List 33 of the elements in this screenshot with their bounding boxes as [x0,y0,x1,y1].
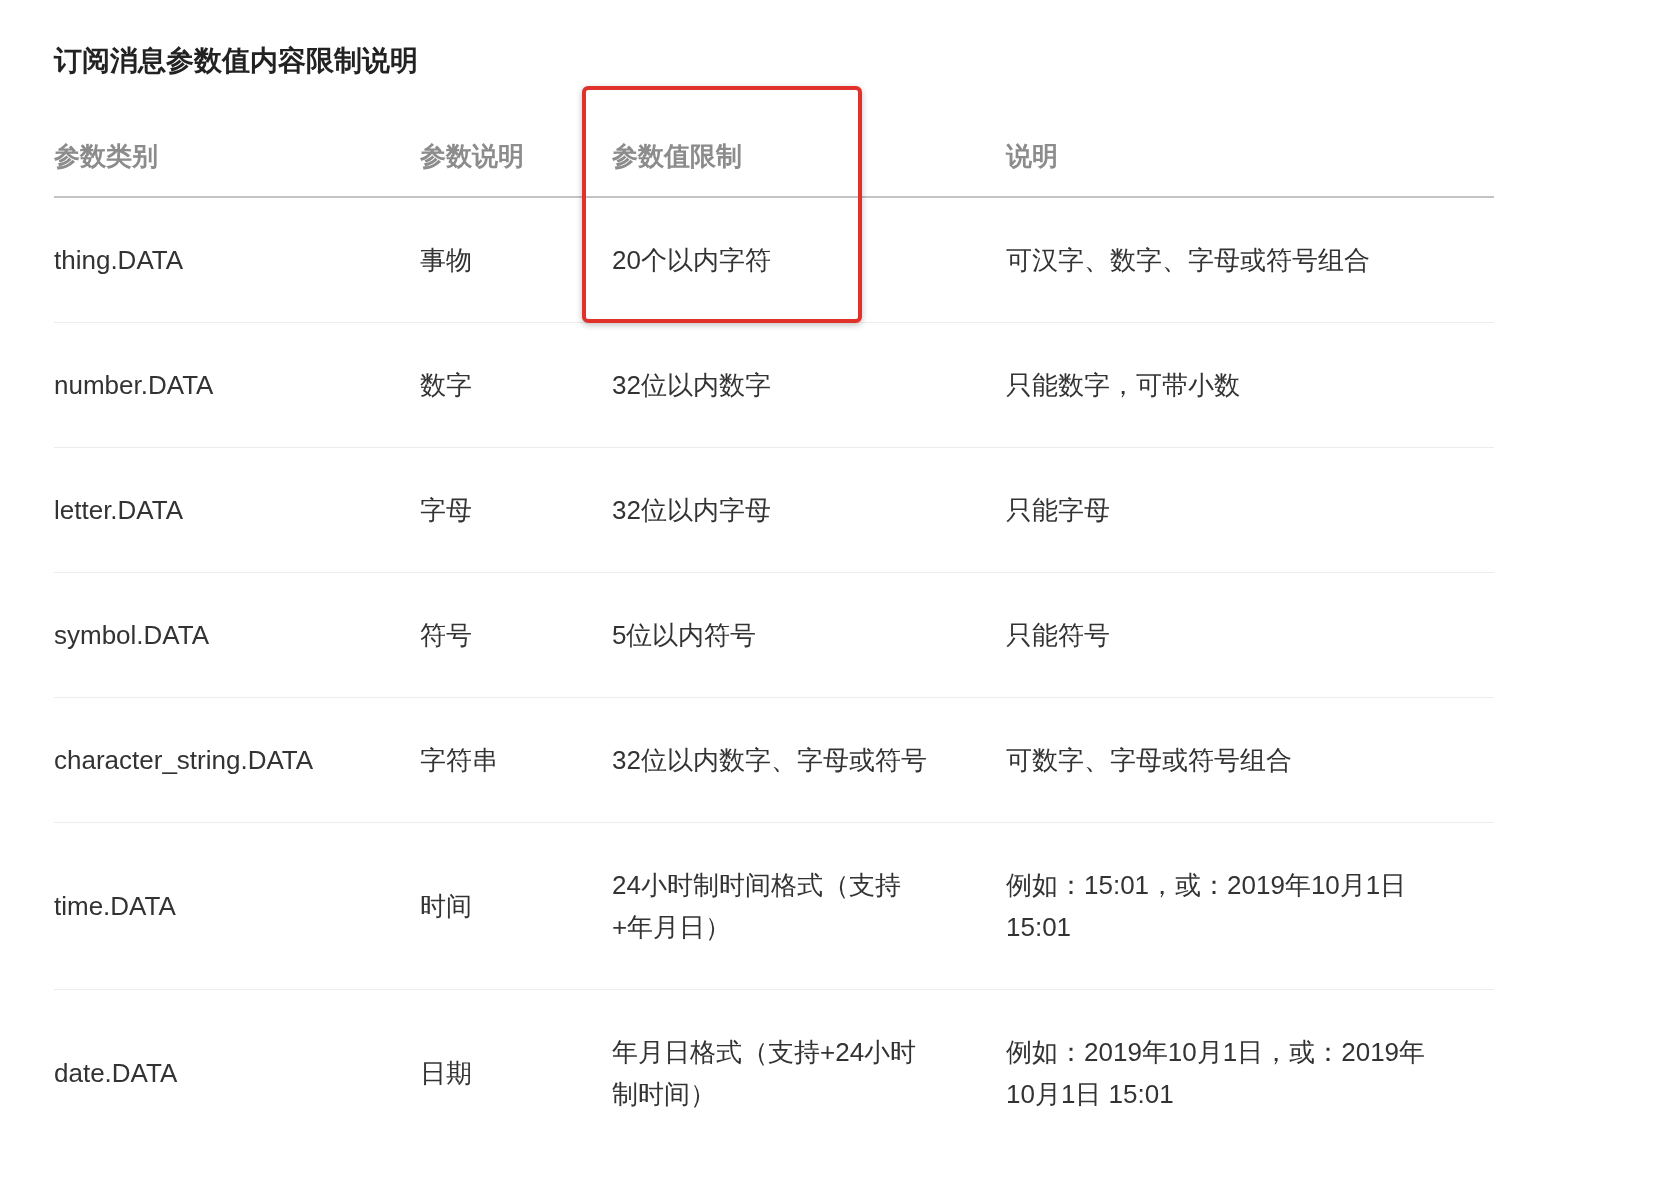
table-cell-text: symbol.DATA [54,619,210,652]
table-cell-text: 32位以内数字、字母或符号 [612,744,927,777]
table-cell-text: 可汉字、数字、字母或符号组合 [1006,244,1370,277]
table-cell-text: 年月日格式（支持+24小时制时间） [612,1036,918,1111]
table-cell-text: date.DATA [54,1057,178,1090]
table-cell-text: 可数字、字母或符号组合 [1006,744,1292,777]
table-cell-text: 符号 [420,619,472,652]
table-cell-text: 日期 [420,1057,472,1090]
table-cell-text: 事物 [420,244,472,277]
table-cell-text: character_string.DATA [54,744,314,777]
column-header: 说明 [1006,116,1494,198]
table-cell-text: 只能数字，可带小数 [1006,369,1240,402]
table-cell-text: 例如：15:01，或：2019年10月1日 15:01 [1006,869,1408,944]
table-cell-text: 5位以内符号 [612,619,757,652]
table-cell-text: 只能符号 [1006,619,1110,652]
table-cell-text: 32位以内数字 [612,369,771,402]
table-cell-text: 只能字母 [1006,494,1110,527]
table-cell-text: 32位以内字母 [612,494,771,527]
column-header: 参数类别 [54,116,420,198]
table-cell-text: 时间 [420,890,472,923]
column-header: 参数说明 [420,116,612,198]
table-cell-text: 20个以内字符 [612,244,771,277]
table-cell-text: 字符串 [420,744,498,777]
table-cell-text: letter.DATA [54,494,184,527]
column-header: 参数值限制 [612,116,1006,198]
table-cell-text: time.DATA [54,890,176,923]
table-cell-text: 字母 [420,494,472,527]
table-cell-text: thing.DATA [54,244,184,277]
table-cell-text: 数字 [420,369,472,402]
section-title: 订阅消息参数值内容限制说明 [54,44,419,78]
table-cell-text: 24小时制时间格式（支持+年月日） [612,869,902,944]
table-cell-text: 例如：2019年10月1日，或：2019年10月1日 15:01 [1006,1036,1427,1111]
table-cell-text: number.DATA [54,369,214,402]
